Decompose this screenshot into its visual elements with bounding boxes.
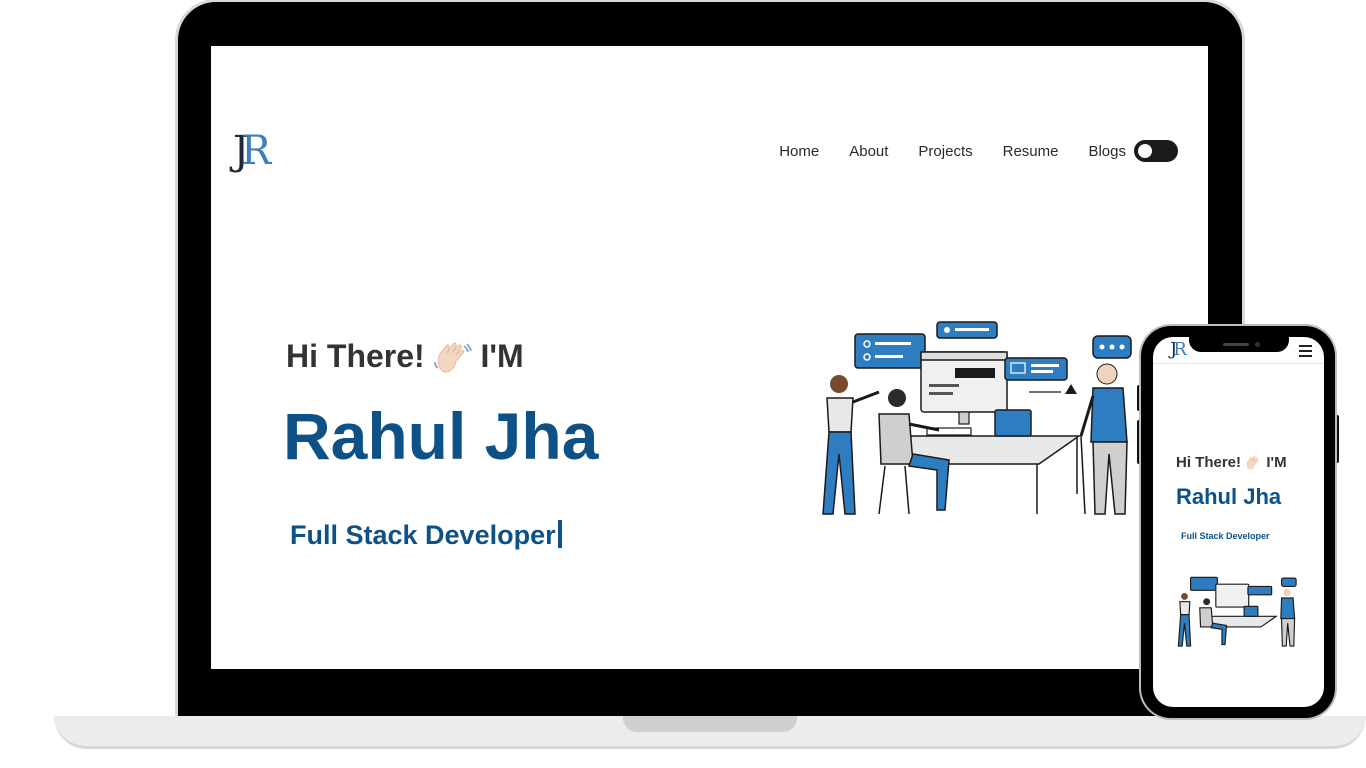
nav-blogs[interactable]: Blogs [1088, 143, 1126, 160]
wave-icon [433, 342, 472, 373]
mobile-hero-name: Rahul Jha [1176, 484, 1282, 509]
nav-about[interactable]: About [849, 143, 888, 160]
mobile-hero-greeting: Hi There! I'M [1176, 454, 1287, 471]
logo-letter-j: J [233, 128, 249, 174]
nav-projects[interactable]: Projects [918, 143, 972, 160]
logo-letter-r: R [1173, 339, 1186, 360]
nav-resume[interactable]: Resume [1003, 143, 1059, 160]
hamburger-icon[interactable] [1299, 345, 1312, 360]
greeting-text: Hi There! [1176, 454, 1242, 471]
nav-home[interactable]: Home [779, 143, 819, 160]
laptop-notch [623, 716, 797, 732]
developer-illustration [1177, 576, 1297, 647]
developer-illustration [822, 321, 1132, 515]
laptop-screen: JR Home About Projects Resume Blogs Hi T… [211, 46, 1208, 669]
typing-cursor [557, 520, 562, 548]
wave-icon [1247, 455, 1259, 469]
phone-camera [1255, 342, 1260, 347]
mobile-header-divider [1153, 363, 1324, 364]
logo-letter-r: R [241, 128, 271, 174]
greeting-im: I'M [1266, 454, 1287, 471]
dark-mode-toggle[interactable] [1134, 140, 1178, 162]
phone-screen: JR Hi There! I'M Rahul Jha Full Stack De… [1153, 337, 1324, 707]
hero-greeting: Hi There! I'M [286, 338, 524, 376]
mobile-site-logo[interactable]: JR [1170, 339, 1187, 360]
toggle-knob [1138, 144, 1152, 158]
role-text: Full Stack Developer [290, 520, 556, 550]
mobile-hero-role: Full Stack Developer [1181, 531, 1270, 541]
phone-power-button [1335, 415, 1339, 463]
site-logo[interactable]: JR [233, 128, 271, 174]
main-nav: Home About Projects Resume Blogs [749, 140, 1178, 162]
greeting-text: Hi There! [286, 338, 425, 374]
phone-speaker [1223, 343, 1249, 346]
phone-notch [1189, 337, 1289, 352]
hero-role: Full Stack Developer [290, 520, 562, 551]
greeting-im: I'M [480, 338, 524, 374]
hero-name: Rahul Jha [283, 399, 599, 473]
